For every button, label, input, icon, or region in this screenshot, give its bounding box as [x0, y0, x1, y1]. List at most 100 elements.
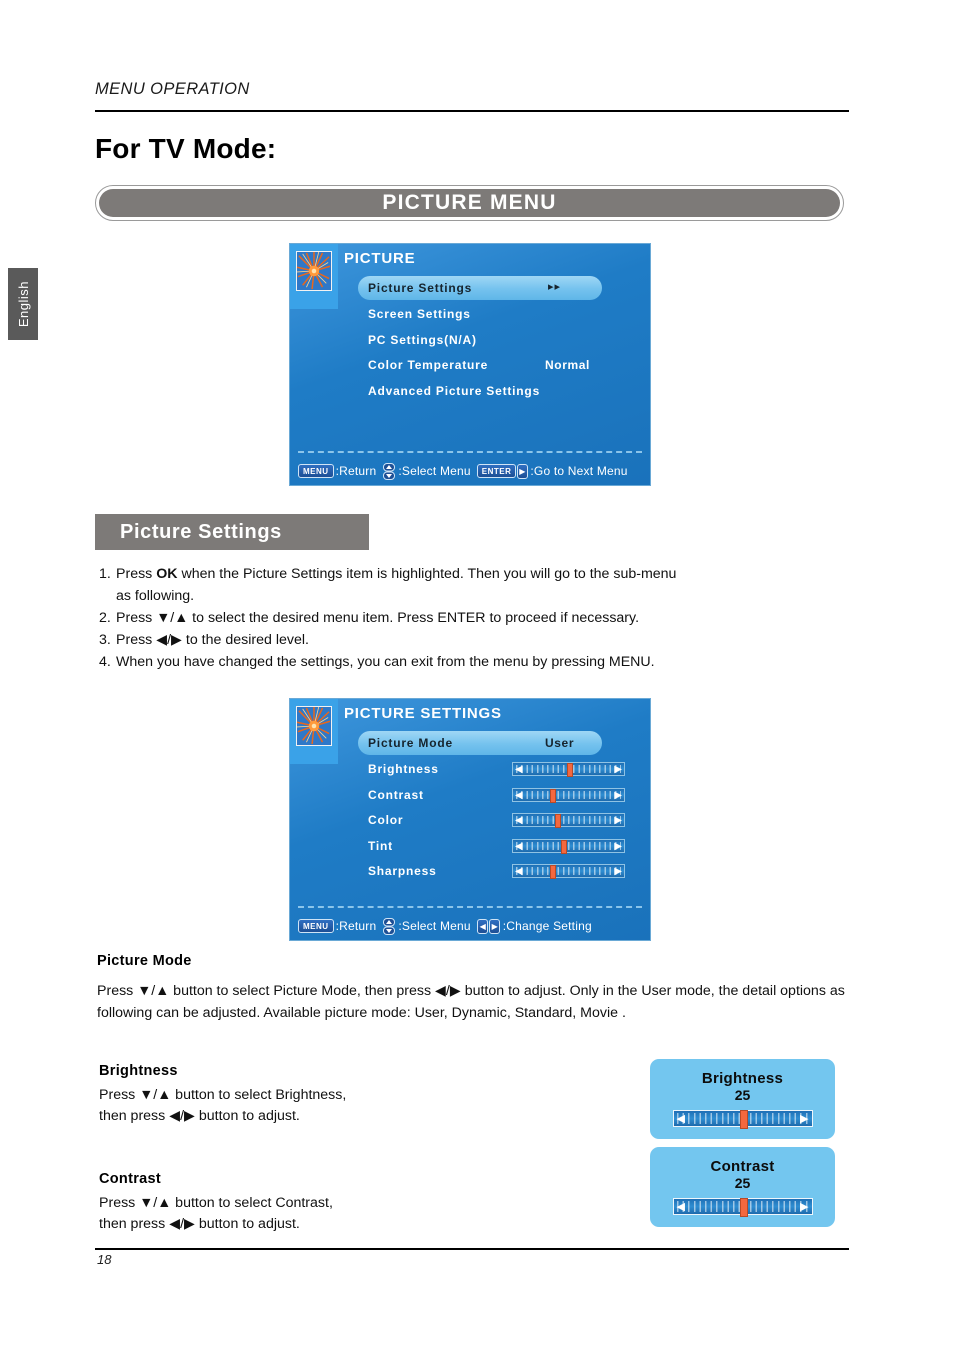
osd-item-label: Contrast [368, 787, 424, 802]
contrast-heading: Contrast [99, 1171, 162, 1187]
page-content: MENU OPERATION For TV Mode: PICTURE MENU [95, 0, 849, 1350]
step-text: Press ◀/▶ to the desired level. [116, 632, 309, 648]
osd-item-label: PC Settings(N/A) [368, 332, 477, 347]
step-item-continuation: as following. [99, 586, 849, 607]
osd-divider [298, 451, 642, 453]
sharpness-slider[interactable]: ◀ ▶ [512, 864, 625, 880]
section-heading-picture-settings: Picture Settings [95, 514, 369, 550]
brightness-popup: Brightness 25 ◀ ▶ [650, 1059, 835, 1139]
left-caret-icon: ◀ [515, 764, 523, 776]
running-head: MENU OPERATION [95, 80, 250, 98]
step-text: Press ▼/▲ to select the desired menu ite… [116, 610, 640, 626]
osd-item-label: Advanced Picture Settings [368, 383, 541, 398]
osd-item-sharpness[interactable]: Sharpness ◀ ▶ [290, 859, 650, 885]
osd-item-label: Picture Settings [368, 281, 473, 295]
right-caret-icon: ▶ [800, 1113, 809, 1125]
osd-item-label: Tint [368, 838, 393, 853]
language-label: English [15, 280, 31, 328]
slider-ticks [516, 816, 621, 825]
osd-item-label: Sharpness [368, 864, 437, 879]
picture-menu-banner: PICTURE MENU [95, 185, 844, 221]
step-item: 2. Press ▼/▲ to select the desired menu … [99, 608, 849, 629]
osd-item-advanced-picture-settings[interactable]: Advanced Picture Settings [290, 378, 650, 404]
step-number: 3. [99, 632, 111, 648]
osd-hint-label: :Return [335, 919, 377, 933]
step-number: 2. [99, 610, 111, 626]
osd-item-tint[interactable]: Tint ◀ ▶ [290, 833, 650, 859]
page-number: 18 [97, 1252, 112, 1267]
language-side-tab: English [8, 268, 38, 340]
contrast-popup: Contrast 25 ◀ ▶ [650, 1147, 835, 1227]
picture-menu-banner-label: PICTURE MENU [99, 189, 840, 217]
osd-item-label: Picture Mode [368, 736, 453, 750]
osd-item-picture-settings[interactable]: Picture Settings ▸▸ [358, 276, 602, 300]
slider-knob[interactable] [561, 839, 568, 854]
right-arrow-key-icon: ▶ [489, 918, 501, 934]
slider-knob[interactable] [550, 865, 557, 880]
osd-title: PICTURE SETTINGS [344, 705, 502, 722]
osd-hint-label: :Go to Next Menu [530, 464, 628, 478]
section-heading-label: Picture Settings [120, 520, 282, 543]
osd-item-screen-settings[interactable]: Screen Settings [290, 302, 650, 328]
osd-item-picture-mode[interactable]: Picture Mode User [358, 731, 602, 755]
osd-item-label: Color Temperature [368, 358, 489, 373]
right-caret-icon: ▶ [614, 815, 622, 827]
enter-key-icon: ENTER [476, 464, 517, 478]
slider-knob[interactable] [555, 814, 562, 829]
slider-ticks [516, 790, 621, 799]
brightness-body-line2: then press ◀/▶ button to adjust. [99, 1108, 300, 1124]
slider-knob[interactable] [549, 788, 556, 803]
color-slider[interactable]: ◀ ▶ [512, 813, 625, 829]
slider-knob[interactable] [566, 763, 573, 778]
contrast-popup-value: 25 [734, 1175, 751, 1191]
step-bold: OK [156, 566, 178, 582]
right-arrow-key-icon: ▶ [516, 463, 528, 479]
left-caret-icon: ◀ [515, 866, 523, 878]
step-item: 1. Press OK when the Picture Settings it… [99, 564, 849, 585]
step-item: 4. When you have changed the settings, y… [99, 652, 849, 673]
picture-mode-heading: Picture Mode [97, 953, 192, 969]
osd-item-contrast[interactable]: Contrast ◀ ▶ [290, 782, 650, 808]
right-caret-icon: ▶ [614, 840, 622, 852]
up-down-key-icon [383, 917, 396, 935]
page-title: For TV Mode: [95, 133, 277, 164]
picture-mode-body: Press ▼/▲ button to select Picture Mode,… [97, 983, 845, 1021]
contrast-popup-slider[interactable]: ◀ ▶ [672, 1198, 813, 1217]
slider-knob[interactable] [739, 1198, 748, 1217]
step-item: 3. Press ◀/▶ to the desired level. [99, 630, 849, 651]
left-caret-icon: ◀ [676, 1113, 685, 1125]
left-caret-icon: ◀ [515, 840, 523, 852]
slider-knob[interactable] [739, 1110, 748, 1129]
osd-hint-label: :Select Menu [398, 919, 471, 933]
left-caret-icon: ◀ [676, 1201, 685, 1213]
osd-item-value: Normal [545, 358, 590, 373]
right-caret-icon: ▶ [614, 866, 622, 878]
left-caret-icon: ◀ [515, 789, 523, 801]
slider-ticks [516, 841, 621, 850]
osd-hint-label: :Return [335, 464, 377, 478]
brightness-heading: Brightness [99, 1063, 178, 1079]
osd-item-label: Screen Settings [368, 307, 471, 322]
right-caret-icon: ▶ [614, 789, 622, 801]
contrast-body-line1: Press ▼/▲ button to select Contrast, [99, 1195, 333, 1211]
contrast-slider[interactable]: ◀ ▶ [512, 787, 625, 803]
menu-key-icon: MENU [298, 919, 334, 933]
osd-item-pc-settings[interactable]: PC Settings(N/A) [290, 327, 650, 353]
tint-slider[interactable]: ◀ ▶ [512, 838, 625, 854]
brightness-slider[interactable]: ◀ ▶ [512, 762, 625, 778]
osd-item-brightness[interactable]: Brightness ◀ ▶ [290, 757, 650, 783]
osd-hint-label: :Select Menu [398, 464, 471, 478]
brightness-popup-slider[interactable]: ◀ ▶ [672, 1110, 813, 1129]
instruction-steps: 1. Press OK when the Picture Settings it… [99, 564, 849, 674]
osd-title: PICTURE [344, 250, 416, 267]
osd-item-color[interactable]: Color ◀ ▶ [290, 808, 650, 834]
brightness-popup-title: Brightness [701, 1070, 784, 1087]
osd-item-color-temperature[interactable]: Color Temperature Normal [290, 353, 650, 379]
osd-item-label: Brightness [368, 762, 439, 777]
step-text: When you have changed the settings, you … [116, 654, 655, 670]
left-arrow-key-icon: ◀ [477, 918, 489, 934]
step-text: Press OK when the Picture Settings item … [116, 566, 677, 582]
osd-hint-label: :Change Setting [502, 919, 592, 933]
right-caret-icon: ▶ [800, 1201, 809, 1213]
picture-settings-osd: PICTURE SETTINGS Picture Mode User Brigh… [289, 698, 651, 941]
